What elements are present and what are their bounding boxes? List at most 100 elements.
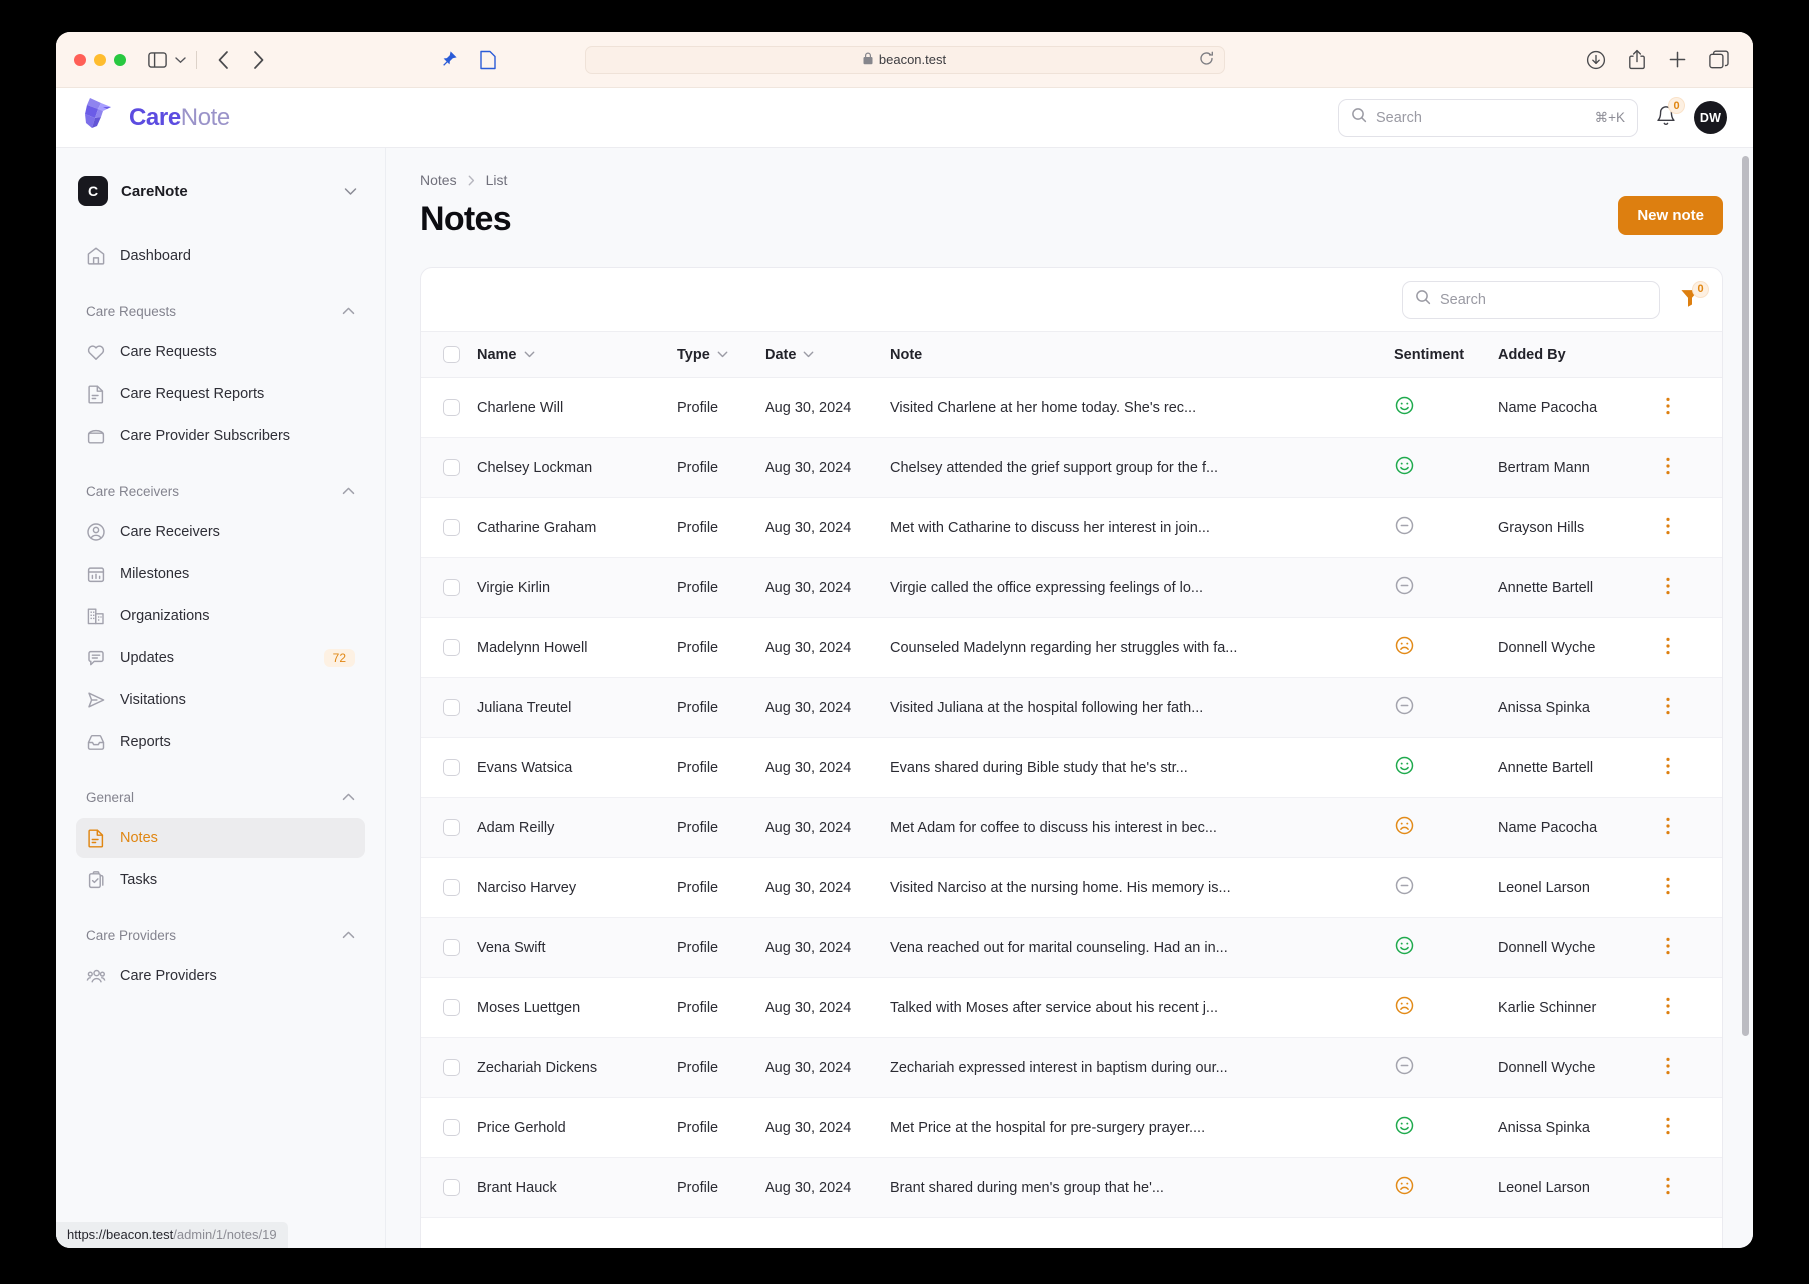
sidebar-chevron-down-icon[interactable]: [175, 56, 186, 64]
sidebar-item-care-requests[interactable]: Care Requests: [76, 332, 365, 372]
table-row[interactable]: Narciso Harvey Profile Aug 30, 2024 Visited…: [421, 857, 1722, 918]
row-actions-menu-icon[interactable]: [1666, 517, 1670, 535]
table-row[interactable]: Zechariah Dickens Profile Aug 30, 2024 Zech…: [421, 1037, 1722, 1098]
table-row[interactable]: Chelsey Lockman Profile Aug 30, 2024 Chelse…: [421, 437, 1722, 498]
global-search[interactable]: ⌘+K: [1338, 98, 1638, 137]
row-checkbox[interactable]: [443, 579, 460, 596]
row-checkbox[interactable]: [443, 459, 460, 476]
table-row[interactable]: Moses Luettgen Profile Aug 30, 2024 Talked …: [421, 977, 1722, 1038]
breadcrumb-item-notes[interactable]: Notes: [420, 172, 457, 188]
chevron-up-icon[interactable]: [342, 487, 355, 495]
sidebar-item-care-request-reports[interactable]: Care Request Reports: [76, 374, 365, 414]
sidebar-section-care-providers[interactable]: Care Providers: [76, 918, 365, 952]
new-note-button[interactable]: New note: [1618, 196, 1723, 235]
table-row[interactable]: Charlene Will Profile Aug 30, 2024 Visited …: [421, 377, 1722, 438]
sidebar-section-general[interactable]: General: [76, 780, 365, 814]
column-header-date[interactable]: Date: [765, 332, 890, 378]
row-actions-menu-icon[interactable]: [1666, 1117, 1670, 1135]
user-avatar[interactable]: DW: [1694, 101, 1727, 134]
table-row[interactable]: Virgie Kirlin Profile Aug 30, 2024 Virgie c…: [421, 557, 1722, 618]
column-header-type[interactable]: Type: [677, 332, 765, 378]
table-row[interactable]: Adam Reilly Profile Aug 30, 2024 Met Adam f…: [421, 797, 1722, 858]
row-actions-menu-icon[interactable]: [1666, 997, 1670, 1015]
row-actions-menu-icon[interactable]: [1666, 397, 1670, 415]
reader-page-icon[interactable]: [480, 50, 496, 70]
sidebar-item-care-receivers[interactable]: Care Receivers: [76, 512, 365, 552]
row-actions-menu-icon[interactable]: [1666, 937, 1670, 955]
row-checkbox[interactable]: [443, 939, 460, 956]
sidebar-item-milestones[interactable]: Milestones: [76, 554, 365, 594]
row-actions-menu-icon[interactable]: [1666, 877, 1670, 895]
sidebar-item-organizations[interactable]: Organizations: [76, 596, 365, 636]
sidebar-section-care-receivers[interactable]: Care Receivers: [76, 474, 365, 508]
new-tab-icon[interactable]: [1668, 50, 1687, 69]
window-controls[interactable]: [74, 53, 126, 66]
chevron-up-icon[interactable]: [342, 307, 355, 315]
row-checkbox[interactable]: [443, 519, 460, 536]
sidebar-item-reports[interactable]: Reports: [76, 722, 365, 762]
row-actions-menu-icon[interactable]: [1666, 1057, 1670, 1075]
app-logo[interactable]: CareNote: [78, 94, 230, 141]
row-checkbox[interactable]: [443, 759, 460, 776]
sidebar-item-dashboard[interactable]: Dashboard: [76, 236, 365, 276]
sidebar-item-tasks[interactable]: Tasks: [76, 860, 365, 900]
sidebar-section-care-requests[interactable]: Care Requests: [76, 294, 365, 328]
chevron-up-icon[interactable]: [342, 793, 355, 801]
url-bar[interactable]: beacon.test: [584, 45, 1225, 74]
share-icon[interactable]: [1628, 49, 1646, 70]
vertical-scrollbar[interactable]: [1742, 156, 1749, 1036]
row-checkbox[interactable]: [443, 1119, 460, 1136]
notifications-button[interactable]: 0: [1656, 97, 1685, 131]
row-actions-menu-icon[interactable]: [1666, 817, 1670, 835]
sidebar-item-notes[interactable]: Notes: [76, 818, 365, 858]
row-actions-menu-icon[interactable]: [1666, 457, 1670, 475]
table-search-input[interactable]: [1440, 291, 1647, 308]
forward-arrow-icon[interactable]: [252, 50, 265, 70]
row-actions-menu-icon[interactable]: [1666, 1177, 1670, 1195]
row-checkbox[interactable]: [443, 399, 460, 416]
row-checkbox[interactable]: [443, 639, 460, 656]
back-arrow-icon[interactable]: [217, 50, 230, 70]
tab-overview-icon[interactable]: [1709, 50, 1729, 69]
pin-icon[interactable]: [439, 50, 458, 69]
reload-icon[interactable]: [1199, 51, 1214, 69]
row-checkbox[interactable]: [443, 699, 460, 716]
column-header-name[interactable]: Name: [477, 332, 677, 378]
sidebar-item-care-provider-subscribers[interactable]: Care Provider Subscribers: [76, 416, 365, 456]
chevron-down-icon[interactable]: [344, 187, 357, 196]
download-icon[interactable]: [1586, 50, 1606, 70]
row-checkbox[interactable]: [443, 819, 460, 836]
sidebar-item-updates[interactable]: Updates 72: [76, 638, 365, 678]
breadcrumb-item-list[interactable]: List: [486, 172, 508, 188]
table-row[interactable]: Vena Swift Profile Aug 30, 2024 Vena reache…: [421, 917, 1722, 978]
row-actions-menu-icon[interactable]: [1666, 637, 1670, 655]
row-actions-menu-icon[interactable]: [1666, 577, 1670, 595]
chevron-up-icon[interactable]: [342, 931, 355, 939]
global-search-input[interactable]: [1376, 109, 1586, 126]
row-checkbox[interactable]: [443, 1179, 460, 1196]
row-checkbox[interactable]: [443, 999, 460, 1016]
table-row[interactable]: Price Gerhold Profile Aug 30, 2024 Met Pric…: [421, 1097, 1722, 1158]
table-row[interactable]: Brant Hauck Profile Aug 30, 2024 Brant shar…: [421, 1157, 1722, 1218]
table-row[interactable]: Evans Watsica Profile Aug 30, 2024 Evans sh…: [421, 737, 1722, 798]
select-all-checkbox[interactable]: [443, 346, 460, 363]
sidebar-item-visitations[interactable]: Visitations: [76, 680, 365, 720]
row-checkbox[interactable]: [443, 1059, 460, 1076]
row-actions-menu-icon[interactable]: [1666, 757, 1670, 775]
workspace-switcher[interactable]: C CareNote: [76, 170, 365, 212]
maximize-window-button[interactable]: [114, 53, 126, 66]
sidebar-item-care-providers[interactable]: Care Providers: [76, 956, 365, 996]
filter-button[interactable]: 0: [1680, 280, 1709, 312]
sort-chevron-down-icon[interactable]: [524, 351, 535, 358]
table-row[interactable]: Madelynn Howell Profile Aug 30, 2024 Counse…: [421, 617, 1722, 678]
sort-chevron-down-icon[interactable]: [717, 351, 728, 358]
minimize-window-button[interactable]: [94, 53, 106, 66]
sort-chevron-down-icon[interactable]: [803, 351, 814, 358]
table-search[interactable]: [1402, 280, 1660, 319]
row-checkbox[interactable]: [443, 879, 460, 896]
table-row[interactable]: Catharine Graham Profile Aug 30, 2024 Met w…: [421, 497, 1722, 558]
row-actions-menu-icon[interactable]: [1666, 697, 1670, 715]
close-window-button[interactable]: [74, 53, 86, 66]
table-row[interactable]: Juliana Treutel Profile Aug 30, 2024 Visite…: [421, 677, 1722, 738]
sidebar-toggle-icon[interactable]: [148, 51, 167, 68]
